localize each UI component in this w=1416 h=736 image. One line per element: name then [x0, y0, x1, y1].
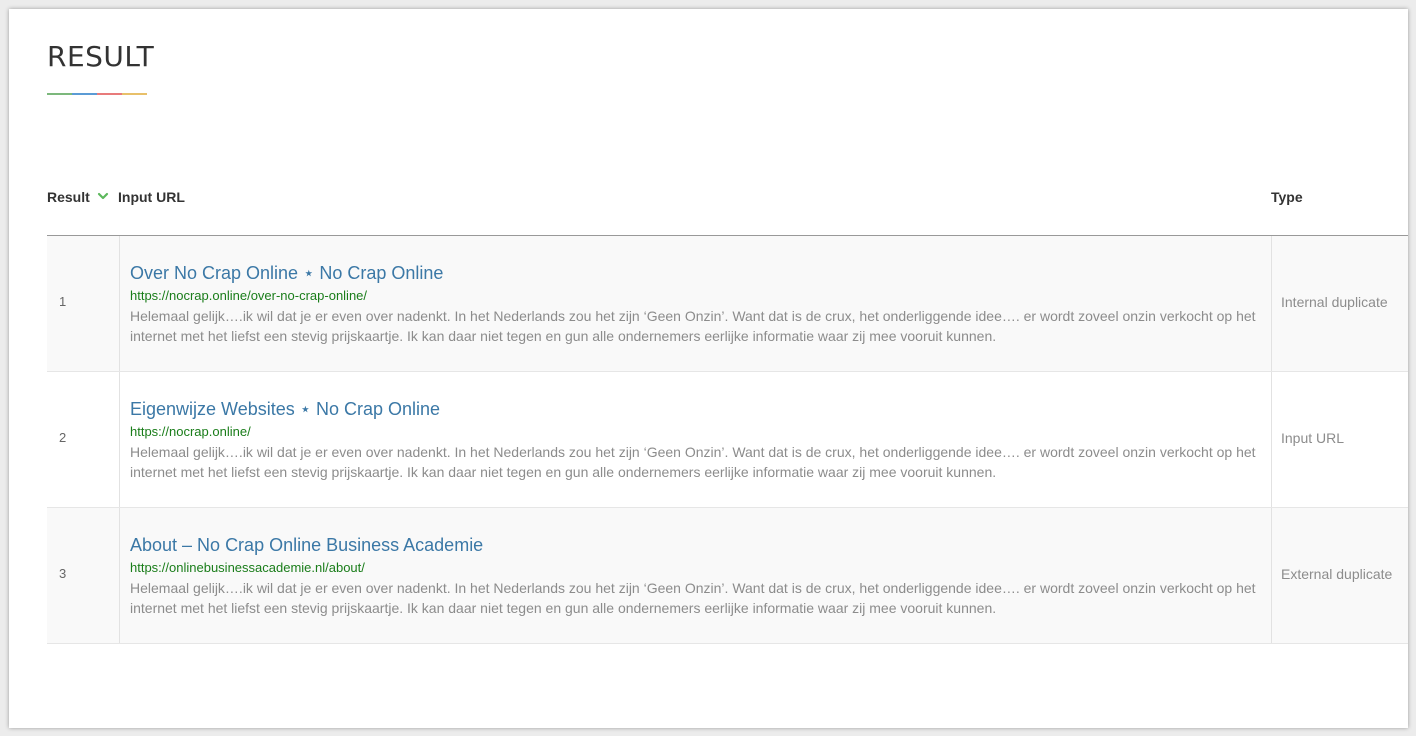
- chevron-down-icon[interactable]: [97, 190, 109, 202]
- result-type-cell: Internal duplicate: [1272, 236, 1408, 371]
- result-type: Input URL: [1281, 430, 1345, 446]
- column-header-result[interactable]: Result: [47, 187, 90, 207]
- result-number: 1: [59, 294, 67, 309]
- result-cell: About – No Crap Online Business Academie…: [120, 508, 1272, 643]
- result-title-link[interactable]: Over No Crap Online ⋆ No Crap Online: [130, 262, 443, 284]
- result-title-link[interactable]: Eigenwijze Websites ⋆ No Crap Online: [130, 398, 440, 420]
- result-url: https://nocrap.online/: [130, 424, 251, 439]
- table-row: 2 Eigenwijze Websites ⋆ No Crap Online h…: [47, 372, 1408, 508]
- table-row: 1 Over No Crap Online ⋆ No Crap Online h…: [47, 236, 1408, 372]
- column-header-input-url[interactable]: Input URL: [118, 187, 185, 207]
- result-cell: Eigenwijze Websites ⋆ No Crap Online htt…: [120, 372, 1272, 507]
- result-number-cell: 1: [47, 236, 120, 371]
- result-url: https://nocrap.online/over-no-crap-onlin…: [130, 288, 368, 303]
- result-number-cell: 2: [47, 372, 120, 507]
- result-type: Internal duplicate: [1281, 294, 1388, 310]
- result-description: Helemaal gelijk….ik wil dat je er even o…: [130, 444, 1256, 480]
- table-header: Result Input URL Type: [47, 185, 1408, 236]
- result-type-cell: Input URL: [1272, 372, 1408, 507]
- result-title-link[interactable]: About – No Crap Online Business Academie: [130, 534, 483, 556]
- underline-segment: [47, 93, 72, 95]
- column-header-type[interactable]: Type: [1271, 187, 1303, 207]
- title-underline: [47, 93, 147, 95]
- result-number: 3: [59, 566, 67, 581]
- table-row: 3 About – No Crap Online Business Academ…: [47, 508, 1408, 644]
- result-description: Helemaal gelijk….ik wil dat je er even o…: [130, 308, 1256, 344]
- page-title: RESULT: [47, 40, 155, 73]
- result-number: 2: [59, 430, 67, 445]
- underline-segment: [122, 93, 147, 95]
- result-url: https://onlinebusinessacademie.nl/about/: [130, 560, 365, 575]
- results-panel: RESULT Result Input URL Type 1 Over No C…: [9, 9, 1408, 728]
- result-number-cell: 3: [47, 508, 120, 643]
- underline-segment: [97, 93, 122, 95]
- result-type-cell: External duplicate: [1272, 508, 1408, 643]
- result-description: Helemaal gelijk….ik wil dat je er even o…: [130, 580, 1256, 616]
- results-table-body: 1 Over No Crap Online ⋆ No Crap Online h…: [47, 236, 1408, 644]
- result-type: External duplicate: [1281, 566, 1393, 582]
- underline-segment: [72, 93, 97, 95]
- result-cell: Over No Crap Online ⋆ No Crap Online htt…: [120, 236, 1272, 371]
